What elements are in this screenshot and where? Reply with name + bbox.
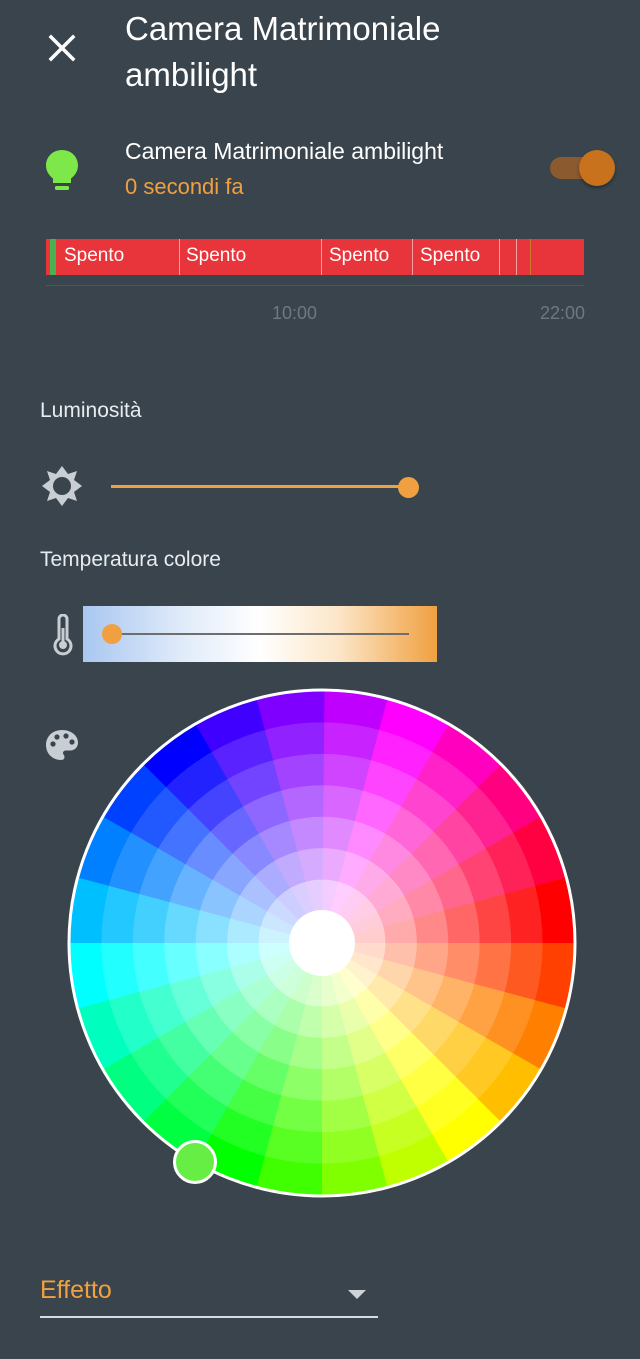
slider-knob[interactable] — [102, 624, 122, 644]
timeline-tick: 10:00 — [272, 303, 318, 323]
brightness-label: Luminosità — [40, 399, 142, 422]
last-changed-text: 0 secondi fa — [125, 174, 244, 199]
slider-track — [111, 485, 408, 488]
brightness-icon — [40, 464, 84, 508]
timeline-label: Spento — [186, 245, 247, 266]
timeline-divider — [499, 239, 500, 275]
close-icon — [48, 34, 76, 62]
effect-dropdown[interactable]: Effetto — [40, 1270, 378, 1320]
power-toggle[interactable] — [548, 150, 615, 186]
timeline-divider — [516, 239, 517, 275]
dialog-title: Camera Matrimoniale ambilight — [125, 10, 441, 93]
timeline-divider — [412, 239, 413, 275]
color-temp-slider[interactable] — [83, 606, 437, 662]
dropdown-arrow-icon — [348, 1290, 366, 1299]
dropdown-underline — [40, 1316, 378, 1318]
timeline-divider — [179, 239, 180, 275]
timeline-tick: 22:00 — [540, 303, 586, 323]
color-wheel-segment — [272, 753, 324, 791]
color-wheel-segment — [474, 893, 512, 945]
entity-name: Camera Matrimoniale ambilight — [125, 138, 444, 164]
color-wheel-center — [289, 910, 355, 976]
timeline-label: Spento — [64, 245, 125, 266]
color-wheel-segment — [132, 941, 170, 993]
color-wheel-marker[interactable] — [173, 1140, 217, 1184]
timeline-divider — [530, 239, 531, 275]
lightbulb-icon — [44, 148, 80, 192]
timeline-divider — [321, 239, 322, 275]
slider-knob[interactable] — [398, 477, 419, 498]
thermometer-icon — [50, 613, 76, 656]
color-temp-label: Temperatura colore — [40, 548, 221, 571]
close-button[interactable] — [36, 22, 88, 74]
color-wheel[interactable] — [66, 687, 578, 1199]
slider-track — [111, 633, 409, 635]
timeline-axis — [46, 285, 584, 286]
toggle-knob — [579, 150, 615, 186]
color-wheel-segment — [320, 1095, 372, 1133]
brightness-slider[interactable] — [111, 472, 419, 502]
timeline-segment-on — [50, 239, 56, 275]
timeline-label: Spento — [329, 245, 390, 266]
timeline-label: Spento — [420, 245, 481, 266]
history-timeline[interactable]: Spento Spento Spento Spento — [46, 239, 584, 275]
effect-label: Effetto — [40, 1276, 112, 1304]
